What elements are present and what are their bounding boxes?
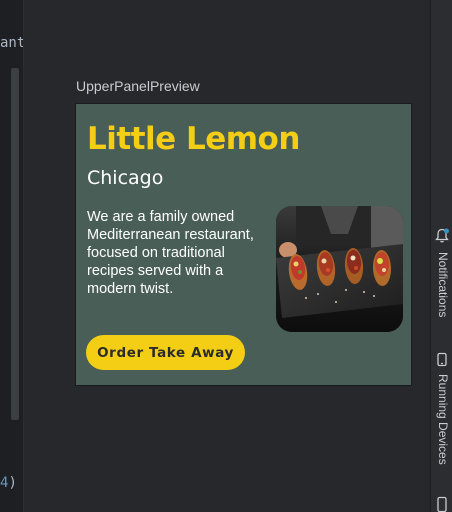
notifications-tool-button[interactable]: Notifications bbox=[431, 228, 452, 328]
food-dish-photo bbox=[276, 206, 403, 332]
restaurant-description: We are a family owned Mediterranean rest… bbox=[87, 209, 254, 297]
preview-render-frame[interactable]: Little Lemon Chicago We are a family own… bbox=[75, 103, 412, 386]
order-take-away-button[interactable]: Order Take Away bbox=[86, 335, 245, 370]
restaurant-city: Chicago bbox=[87, 167, 164, 189]
editor-scrollbar[interactable] bbox=[11, 68, 19, 420]
preview-name-label[interactable]: UpperPanelPreview bbox=[76, 78, 200, 94]
code-editor-edge[interactable]: ant 4) bbox=[0, 0, 26, 512]
device-tool-button[interactable] bbox=[431, 496, 452, 512]
bell-icon bbox=[435, 228, 449, 248]
ide-window: ant 4) UpperPanelPreview Little Lemon Ch… bbox=[0, 0, 452, 512]
running-devices-label: Running Devices bbox=[436, 374, 450, 465]
device-icon bbox=[435, 496, 449, 512]
code-text-fragment: ant bbox=[0, 35, 26, 51]
restaurant-title: Little Lemon bbox=[87, 121, 300, 157]
notifications-label: Notifications bbox=[436, 252, 450, 318]
device-icon bbox=[435, 352, 449, 372]
code-paren: ) bbox=[8, 475, 17, 491]
running-devices-tool-button[interactable]: Running Devices bbox=[431, 352, 452, 472]
code-text-fragment-bottom: 4) bbox=[0, 475, 17, 491]
right-tool-window-bar: Notifications Running Devices bbox=[430, 0, 452, 512]
